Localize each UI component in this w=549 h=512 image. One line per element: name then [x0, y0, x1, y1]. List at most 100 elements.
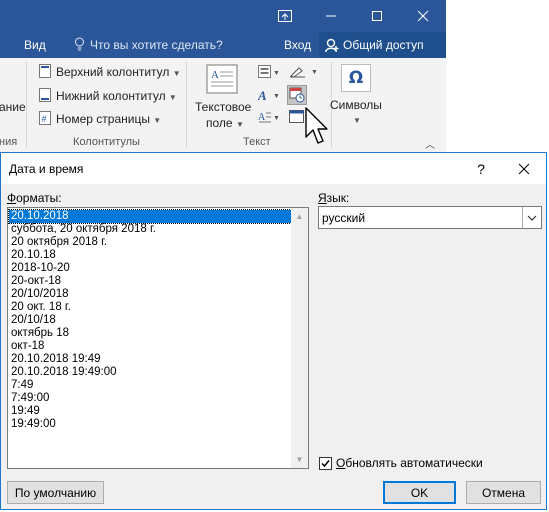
drop-cap-icon[interactable]: A ▼ [258, 110, 280, 127]
svg-text:A: A [258, 88, 267, 102]
ok-button[interactable]: OK [383, 481, 456, 504]
chevron-down-icon[interactable] [522, 207, 541, 228]
format-list-item[interactable]: 20/10/2018 [9, 288, 291, 301]
mouse-cursor-icon [305, 107, 328, 144]
omega-icon: Ω [341, 64, 371, 92]
sign-in-link[interactable]: Вход [284, 38, 311, 52]
page-number-label: Номер страницы [56, 112, 150, 126]
format-list-item[interactable]: 20/10/18 [9, 314, 291, 327]
language-label: Язык: [318, 191, 350, 205]
auto-update-label: Обновлять автоматически [336, 456, 483, 470]
format-list-item[interactable]: 20.10.2018 [8, 209, 292, 224]
format-list-item[interactable]: 20 окт. 18 г. [9, 301, 291, 314]
minimize-button[interactable] [308, 0, 354, 32]
format-list-item[interactable]: 7:49:00 [9, 392, 291, 405]
auto-update-checkbox[interactable]: Обновлять автоматически [319, 455, 483, 471]
group-label-text: Текст [243, 136, 271, 148]
format-list-item[interactable]: 20.10.2018 19:49:00 [9, 366, 291, 379]
chevron-down-icon: ▼ [172, 69, 181, 78]
cancel-label: Отмена [481, 485, 526, 500]
vertical-scrollbar[interactable]: ▲ ▼ [291, 208, 308, 468]
person-icon [325, 38, 339, 53]
formats-listbox[interactable]: 20.10.2018 суббота, 20 октября 2018 г. 20 … [7, 207, 309, 469]
svg-text:▼: ▼ [273, 115, 280, 122]
dialog-title: Дата и время [9, 162, 84, 176]
scroll-up-icon[interactable]: ▲ [291, 208, 308, 225]
quick-parts-icon[interactable]: ▼ [258, 65, 280, 82]
ok-label: OK [410, 485, 429, 500]
format-list-item[interactable]: суббота, 20 октября 2018 г. [9, 223, 291, 236]
svg-text:▼: ▼ [273, 93, 280, 100]
checkbox-box[interactable] [319, 456, 332, 470]
share-button[interactable]: Общий доступ [319, 32, 446, 58]
ribbon-tab-row: Вид Что вы хотите сделать? Вход Общий до… [0, 32, 446, 58]
format-list-item[interactable]: 20-окт-18 [9, 275, 291, 288]
group-separator [26, 62, 27, 148]
object-icon[interactable] [289, 110, 305, 127]
ribbon-display-options-button[interactable] [262, 0, 308, 32]
date-time-dialog: Дата и время ? Форматы: 20.10.2018 суббот… [0, 152, 547, 510]
help-label: ? [477, 160, 485, 177]
svg-text:A: A [211, 69, 219, 81]
language-value: русский [322, 211, 366, 225]
group-separator [186, 62, 187, 148]
calendar-clock-icon [289, 87, 305, 103]
format-list-item[interactable]: 19:49:00 [9, 418, 291, 431]
close-icon [417, 10, 429, 22]
scroll-down-icon[interactable]: ▼ [291, 451, 308, 468]
wordart-icon[interactable]: A ▼ [257, 88, 280, 105]
group-label-headers: Колонтитулы [73, 136, 140, 148]
partial-command-label[interactable]: ание [0, 100, 26, 114]
word-window: Вид Что вы хотите сделать? Вход Общий до… [0, 0, 446, 155]
help-button[interactable]: ? [466, 153, 496, 184]
text-box-button[interactable]: поле ▼ [206, 116, 244, 130]
format-list-item[interactable]: 20.10.18 [9, 249, 291, 262]
maximize-button[interactable] [354, 0, 400, 32]
chevron-down-icon: ▼ [235, 120, 244, 129]
format-list-item[interactable]: 19:49 [9, 405, 291, 418]
word-titlebar [0, 0, 446, 32]
lightbulb-icon [74, 37, 85, 55]
text-box-label-1[interactable]: Текстовое [195, 100, 251, 114]
format-list-item[interactable]: октябрь 18 [9, 327, 291, 340]
text-box-label-2: поле [206, 116, 233, 130]
format-list-item[interactable]: окт-18 [9, 340, 291, 353]
chevron-down-icon: ▼ [353, 116, 361, 125]
symbols-button[interactable]: Символы [330, 98, 382, 112]
signature-line-icon[interactable]: ▼ [289, 64, 319, 81]
set-default-label: По умолчанию [14, 485, 97, 500]
formats-label: Форматы: [7, 191, 62, 205]
chevron-down-icon: ▼ [168, 93, 177, 102]
checkmark-icon [321, 459, 330, 467]
tell-me-input[interactable]: Что вы хотите сделать? [90, 38, 223, 52]
ribbon: ание ния Верхний колонтитул ▼ Нижний кол… [0, 58, 446, 155]
language-select[interactable]: русский [318, 206, 542, 229]
svg-text:A: A [258, 112, 266, 123]
header-button[interactable]: Верхний колонтитул ▼ [56, 65, 181, 79]
maximize-icon [372, 11, 382, 21]
dialog-close-button[interactable] [504, 153, 544, 184]
footer-button[interactable]: Нижний колонтитул ▼ [56, 89, 177, 103]
text-box-icon: A [206, 64, 238, 97]
collapse-ribbon-icon[interactable]: ︿ [425, 136, 435, 151]
formats-items: 20.10.2018 суббота, 20 октября 2018 г. 20 … [8, 209, 292, 431]
svg-text:▼: ▼ [273, 70, 280, 77]
tab-view[interactable]: Вид [24, 38, 46, 52]
format-list-item[interactable]: 2018-10-20 [9, 262, 291, 275]
format-list-item[interactable]: 20.10.2018 19:49 [9, 353, 291, 366]
ribbon-display-icon [278, 10, 292, 22]
set-default-button[interactable]: По умолчанию [7, 481, 104, 504]
close-icon [518, 163, 530, 174]
format-list-item[interactable]: 20 октября 2018 г. [9, 236, 291, 249]
header-icon [39, 64, 51, 81]
close-window-button[interactable] [400, 0, 446, 32]
page-number-button[interactable]: Номер страницы ▼ [56, 112, 161, 126]
minimize-icon [326, 15, 336, 17]
cancel-button[interactable]: Отмена [466, 481, 541, 504]
svg-text:▼: ▼ [311, 69, 318, 76]
date-time-button[interactable] [287, 85, 307, 105]
chevron-down-icon: ▼ [153, 116, 162, 125]
svg-text:#: # [42, 114, 47, 124]
footer-label: Нижний колонтитул [56, 89, 166, 103]
format-list-item[interactable]: 7:49 [9, 379, 291, 392]
